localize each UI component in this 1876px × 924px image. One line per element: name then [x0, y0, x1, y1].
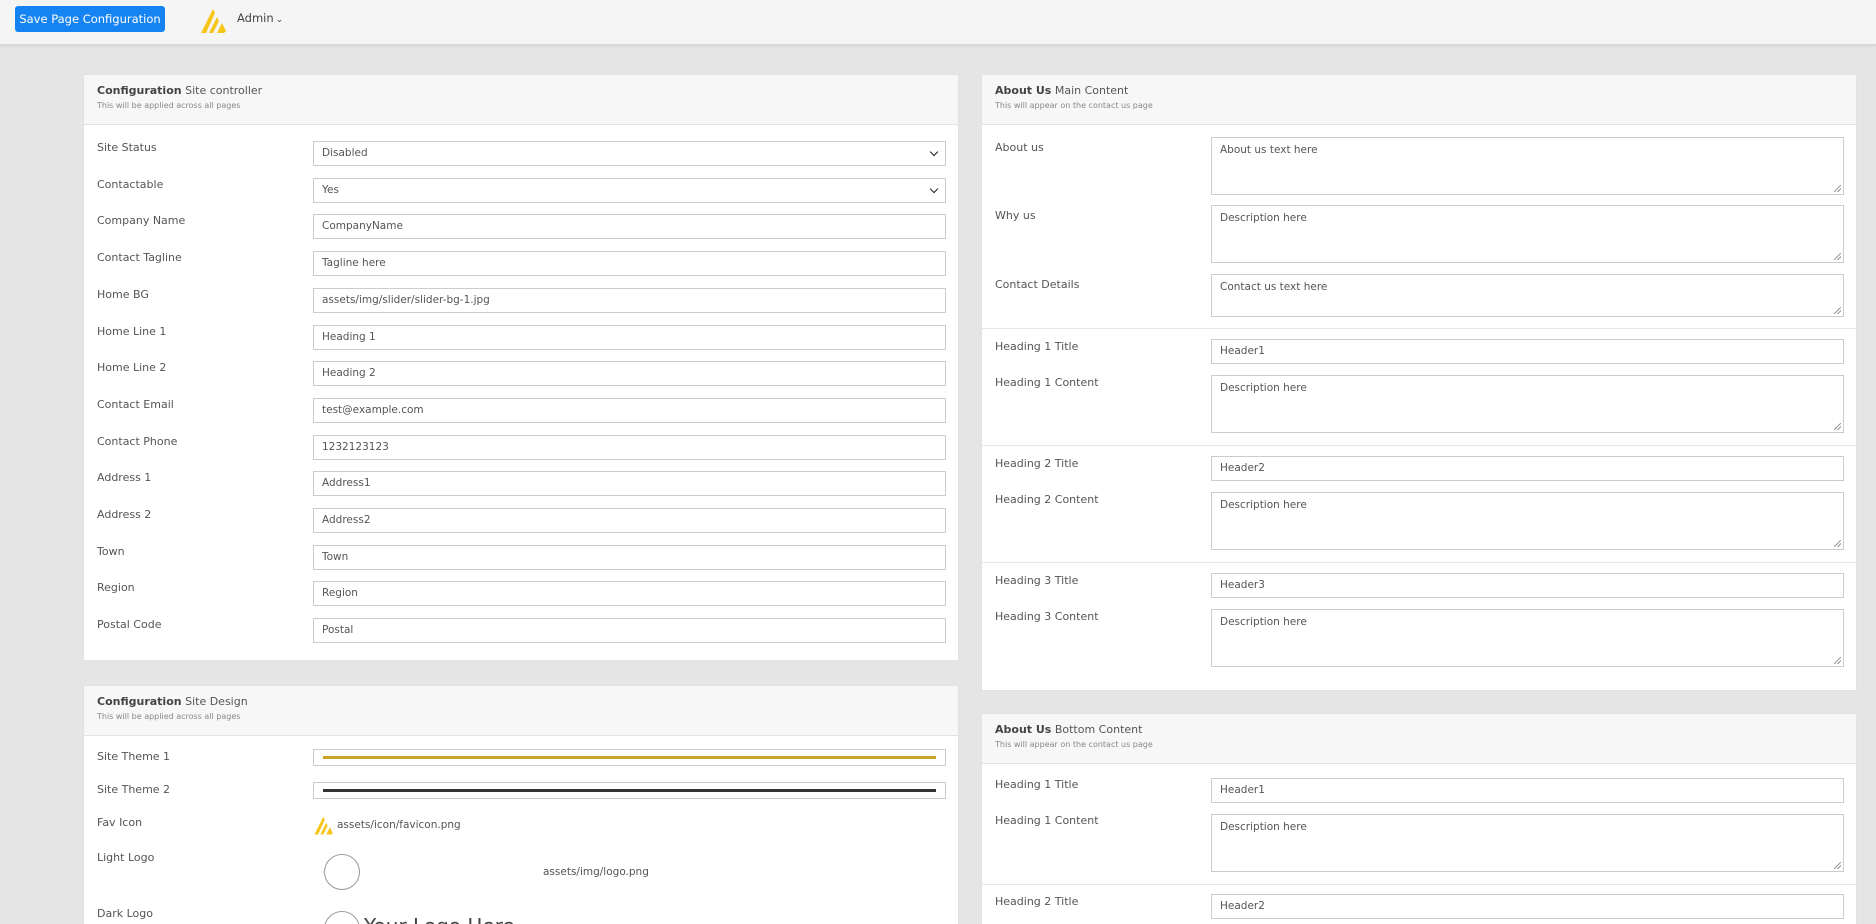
heading-1-title-label: Heading 1 Title — [995, 778, 1079, 791]
heading-2-title-label: Heading 2 Title — [995, 457, 1079, 470]
heading-1-content-label: Heading 1 Content — [995, 814, 1099, 827]
divider — [982, 562, 1856, 563]
heading-1-content-label: Heading 1 Content — [995, 376, 1099, 389]
region-input[interactable]: Region — [313, 581, 946, 606]
contact-email-label: Contact Email — [97, 398, 174, 411]
home-line-1-input[interactable]: Heading 1 — [313, 325, 946, 350]
divider — [982, 328, 1856, 329]
heading-3-content-textarea[interactable]: Description here — [1211, 609, 1844, 667]
panel-header: Configuration Site controller This will … — [84, 75, 958, 125]
contact-tagline-label: Contact Tagline — [97, 251, 182, 264]
site-theme-1-color-picker[interactable] — [313, 749, 946, 766]
site-controller-panel: Configuration Site controller This will … — [83, 74, 959, 661]
heading-3-content-label: Heading 3 Content — [995, 610, 1099, 623]
company-name-label: Company Name — [97, 214, 186, 227]
admin-label: Admin — [237, 11, 274, 25]
home-bg-input[interactable]: assets/img/slider/slider-bg-1.jpg — [313, 288, 946, 313]
about-us-textarea[interactable]: About us text here — [1211, 137, 1844, 195]
fav-icon-label: Fav Icon — [97, 816, 143, 829]
divider — [982, 884, 1856, 885]
panel-subtitle: This will appear on the contact us page — [995, 740, 1153, 749]
home-line-2-input[interactable]: Heading 2 — [313, 361, 946, 386]
about-us-bottom-panel: About Us Bottom Content This will appear… — [981, 713, 1857, 924]
site-theme-1-label: Site Theme 1 — [97, 750, 171, 763]
light-logo-label: Light Logo — [97, 851, 155, 864]
heading-2-title-label: Heading 2 Title — [995, 895, 1079, 908]
site-status-label: Site Status — [97, 141, 157, 154]
dark-logo-text: Your Logo Here — [364, 914, 515, 924]
panel-title: About Us Main Content — [995, 84, 1129, 97]
contactable-select[interactable]: Yes — [313, 178, 946, 203]
theme-1-color-bar — [323, 756, 936, 759]
panel-subtitle: This will appear on the contact us page — [995, 101, 1153, 110]
panel-header: Configuration Site Design This will be a… — [84, 686, 958, 736]
theme-2-color-bar — [323, 789, 936, 792]
save-page-configuration-button[interactable]: Save Page Configuration — [15, 6, 165, 32]
home-line-1-label: Home Line 1 — [97, 325, 167, 338]
fav-icon-path: assets/icon/favicon.png — [337, 819, 461, 831]
panel-subtitle: This will be applied across all pages — [97, 712, 241, 721]
chevron-down-icon: ⌄ — [275, 15, 284, 25]
site-status-select[interactable]: Disabled — [313, 141, 946, 166]
heading-1-content-textarea[interactable]: Description here — [1211, 814, 1844, 872]
about-us-label: About us — [995, 141, 1044, 154]
contactable-label: Contactable — [97, 178, 164, 191]
heading-2-content-textarea[interactable]: Description here — [1211, 492, 1844, 550]
contact-tagline-input[interactable]: Tagline here — [313, 251, 946, 276]
about-us-main-panel: About Us Main Content This will appear o… — [981, 74, 1857, 691]
favicon-preview-icon[interactable] — [313, 814, 335, 836]
postal-code-input[interactable]: Postal — [313, 618, 946, 643]
brand-logo-icon[interactable] — [199, 5, 229, 35]
panel-title: Configuration Site controller — [97, 84, 263, 97]
heading-3-title-input[interactable]: Header3 — [1211, 573, 1844, 598]
panel-subtitle: This will be applied across all pages — [97, 101, 241, 110]
heading-2-content-label: Heading 2 Content — [995, 493, 1099, 506]
panel-header: About Us Bottom Content This will appear… — [982, 714, 1856, 764]
site-theme-2-label: Site Theme 2 — [97, 783, 171, 796]
town-input[interactable]: Town — [313, 545, 946, 570]
home-bg-label: Home BG — [97, 288, 149, 301]
panel-header: About Us Main Content This will appear o… — [982, 75, 1856, 125]
heading-2-title-input[interactable]: Header2 — [1211, 456, 1844, 481]
home-line-2-label: Home Line 2 — [97, 361, 167, 374]
heading-1-title-label: Heading 1 Title — [995, 340, 1079, 353]
contact-phone-label: Contact Phone — [97, 435, 178, 448]
contact-details-textarea[interactable]: Contact us text here — [1211, 274, 1844, 317]
address-2-label: Address 2 — [97, 508, 152, 521]
light-logo-preview[interactable] — [324, 854, 360, 890]
contact-details-label: Contact Details — [995, 278, 1080, 291]
address-1-label: Address 1 — [97, 471, 152, 484]
heading-3-title-label: Heading 3 Title — [995, 574, 1079, 587]
dark-logo-label: Dark Logo — [97, 907, 153, 920]
site-theme-2-color-picker[interactable] — [313, 782, 946, 799]
why-us-label: Why us — [995, 209, 1036, 222]
heading-2-title-input[interactable]: Header2 — [1211, 894, 1844, 919]
contact-email-input[interactable]: test@example.com — [313, 398, 946, 423]
region-label: Region — [97, 581, 135, 594]
address-2-input[interactable]: Address2 — [313, 508, 946, 533]
divider — [982, 445, 1856, 446]
panel-title: About Us Bottom Content — [995, 723, 1143, 736]
panel-title: Configuration Site Design — [97, 695, 248, 708]
company-name-input[interactable]: CompanyName — [313, 214, 946, 239]
address-1-input[interactable]: Address1 — [313, 471, 946, 496]
top-bar: Save Page Configuration Admin ⌄ — [0, 0, 1876, 45]
town-label: Town — [97, 545, 125, 558]
light-logo-path: assets/img/logo.png — [543, 866, 649, 878]
contact-phone-input[interactable]: 1232123123 — [313, 435, 946, 460]
heading-1-title-input[interactable]: Header1 — [1211, 339, 1844, 364]
dark-logo-preview[interactable] — [324, 911, 360, 924]
site-design-panel: Configuration Site Design This will be a… — [83, 685, 959, 924]
postal-code-label: Postal Code — [97, 618, 162, 631]
why-us-textarea[interactable]: Description here — [1211, 205, 1844, 263]
heading-1-content-textarea[interactable]: Description here — [1211, 375, 1844, 433]
admin-user-menu[interactable]: Admin ⌄ — [237, 11, 283, 25]
heading-1-title-input[interactable]: Header1 — [1211, 778, 1844, 803]
